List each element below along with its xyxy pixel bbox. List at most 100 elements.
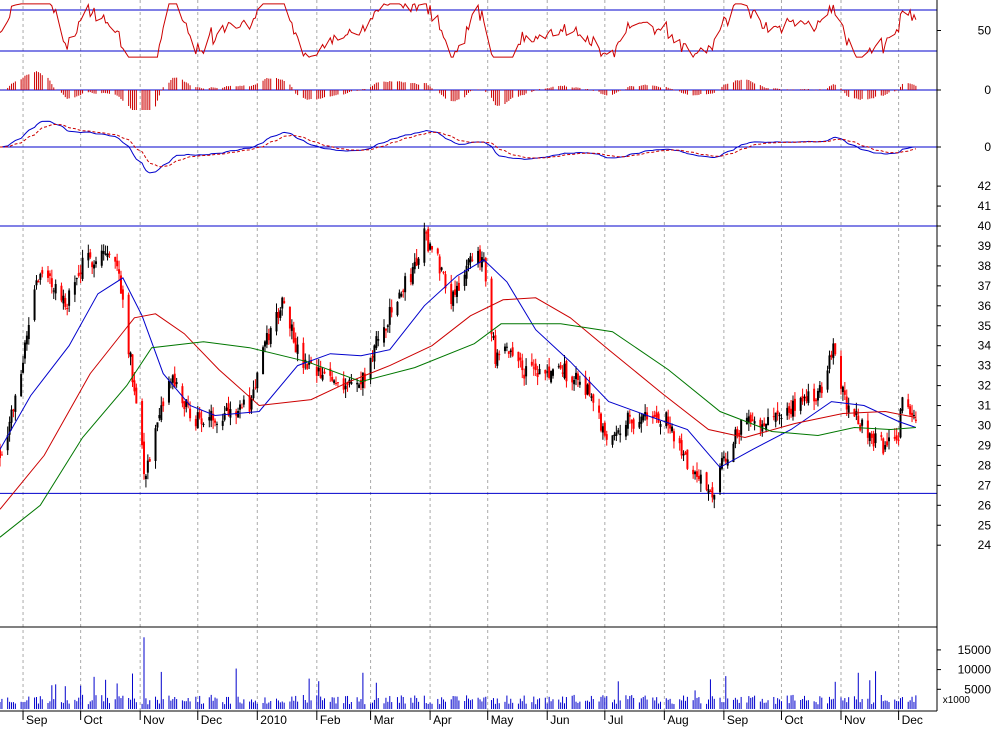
candle-body — [48, 273, 51, 276]
candle-body — [573, 380, 576, 385]
candle-body — [632, 419, 635, 429]
x-month-label: 2010 — [260, 713, 287, 727]
y-tick-label: 31 — [978, 399, 992, 413]
candle-body — [801, 395, 804, 402]
candle-body — [511, 347, 514, 356]
candle-body — [388, 306, 391, 325]
x-month-label: Mar — [374, 713, 395, 727]
candle-body — [171, 375, 174, 383]
y-tick-label: 50 — [978, 24, 992, 38]
candle-body — [54, 284, 57, 294]
candle-body — [229, 409, 232, 418]
candle-body — [521, 360, 524, 371]
candle-body — [886, 441, 889, 446]
candle-body — [471, 259, 474, 261]
macd-panel — [0, 120, 937, 174]
vertical-gridlines — [22, 0, 900, 711]
candle-body — [705, 472, 708, 490]
candle-body — [361, 372, 364, 389]
candle-body — [210, 410, 213, 421]
candle-body — [790, 408, 793, 415]
candle-body — [237, 411, 240, 418]
candle-body — [390, 307, 393, 313]
candle-body — [198, 412, 201, 418]
x-month-label: Oct — [784, 713, 803, 727]
candle-body — [377, 339, 380, 341]
y-tick-label: 37 — [978, 279, 992, 293]
candle-body — [669, 424, 672, 429]
candle-body — [175, 382, 178, 385]
candle-body — [503, 346, 506, 352]
candle-body — [719, 466, 722, 493]
candle-body — [47, 270, 50, 278]
candle-body — [709, 490, 712, 493]
candle-body — [121, 289, 124, 300]
candle-body — [415, 257, 418, 266]
candle-body — [25, 335, 28, 345]
candle-body — [724, 458, 727, 462]
x-month-label: Dec — [201, 713, 222, 727]
candle-body — [239, 404, 242, 410]
candle-body — [0, 454, 3, 456]
candle-body — [93, 264, 96, 269]
candle-body — [356, 382, 359, 385]
y-tick-label: 39 — [978, 239, 992, 253]
candle-body — [0, 449, 1, 459]
candle-body — [707, 489, 710, 494]
y-tick-label: 38 — [978, 259, 992, 273]
candle-body — [772, 416, 775, 418]
candle-body — [523, 374, 526, 379]
candle-body — [108, 253, 111, 255]
candle-body — [50, 278, 53, 288]
y-tick-label: 25 — [978, 518, 992, 532]
x-axis-months: Sep Oct Nov Dec 2010 Feb Mar Apr May Jun Jul Aug Sep… — [22, 711, 923, 727]
candle-body — [454, 289, 457, 295]
candle-body — [296, 344, 299, 354]
x-month-label: Nov — [844, 713, 865, 727]
candle-body — [882, 438, 885, 454]
candle-body — [369, 357, 372, 380]
candle-body — [897, 439, 900, 441]
candle-body — [551, 369, 554, 376]
y-tick-label: 40 — [978, 219, 992, 233]
y-tick-label: 36 — [978, 299, 992, 313]
candle-body — [893, 436, 896, 439]
candle-body — [786, 407, 789, 416]
candle-body — [638, 421, 641, 428]
candle-body — [813, 388, 816, 402]
y-tick-label: 27 — [978, 478, 992, 492]
candle-body — [834, 343, 837, 355]
x-month-label: Jul — [608, 713, 623, 727]
candle-body — [202, 423, 205, 425]
candle-body — [173, 373, 176, 387]
candle-body — [288, 307, 291, 329]
candle-body — [148, 459, 151, 462]
candle-body — [563, 363, 566, 379]
candle-body — [496, 352, 499, 366]
candle-body — [267, 333, 270, 341]
candle-body — [711, 487, 714, 498]
candle-body — [294, 338, 297, 353]
candle-body — [167, 380, 170, 403]
candle-body — [901, 397, 904, 411]
candle-body — [315, 366, 318, 376]
candle-body — [494, 335, 497, 364]
candle-body — [753, 421, 756, 424]
candle-body — [640, 416, 643, 424]
y-tick-label: 0 — [984, 83, 991, 97]
candle-body — [60, 285, 63, 301]
volume-unit-label: x1000 — [943, 695, 971, 706]
candle-body — [672, 431, 675, 442]
y-tick-label: 29 — [978, 438, 992, 452]
candle-body — [39, 273, 42, 280]
candle-body — [653, 414, 656, 417]
candle-body — [914, 419, 917, 421]
x-month-label: Feb — [320, 713, 341, 727]
candle-body — [33, 289, 36, 321]
candle-body — [861, 419, 864, 426]
candle-body — [505, 346, 508, 348]
candle-body — [868, 433, 871, 442]
candle-body — [469, 256, 472, 263]
candle-body — [745, 417, 748, 424]
candle-body — [413, 261, 416, 270]
